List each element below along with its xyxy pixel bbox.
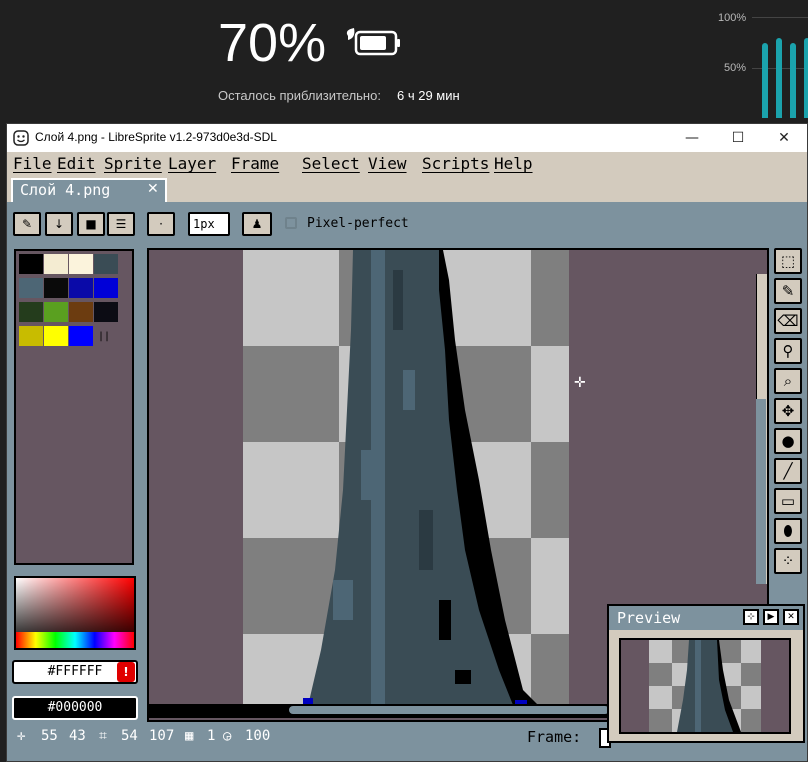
frame-icon: ▦ [185, 728, 194, 744]
palette-swatch[interactable] [69, 278, 93, 298]
menu-scripts[interactable]: Scripts [422, 154, 489, 173]
brush-size-input[interactable]: 1px [188, 212, 230, 236]
battery-usage-bar [762, 43, 768, 118]
background-color-field[interactable]: #000000 [12, 696, 138, 720]
menu-bar: File Edit Sprite Layer Frame Select View… [7, 152, 807, 176]
cursor-y: 43 [69, 728, 86, 744]
move-tool-icon[interactable]: ✥ [774, 398, 802, 424]
stamp-icon[interactable]: ♟ [242, 212, 272, 236]
palette-swatch[interactable] [44, 302, 68, 322]
preview-title: Preview [617, 609, 681, 627]
selection-size-icon: ⌗ [99, 728, 107, 744]
chart-y-label-50: 50% [724, 62, 747, 74]
title-bar[interactable]: Слой 4.png - LibreSprite v1.2-973d0e3d-S… [7, 124, 807, 152]
cursor-position-icon: ✛ [17, 728, 26, 744]
preview-close-icon[interactable]: ✕ [783, 609, 799, 625]
battery-remaining-label: Осталось приблизительно: [218, 88, 381, 103]
horizontal-scroll-thumb[interactable] [289, 706, 609, 714]
cursor-x: 55 [41, 728, 58, 744]
sprite-canvas[interactable] [243, 250, 569, 710]
menu-file[interactable]: File [13, 154, 52, 173]
pencil-tool-icon[interactable]: ✎ [774, 278, 802, 304]
maximize-button[interactable]: ☐ [715, 124, 761, 152]
crosshair-cursor-icon: ✛ [574, 375, 586, 391]
preview-canvas [619, 638, 791, 734]
selection-height: 107 [149, 728, 175, 744]
sprite-artwork [303, 250, 543, 710]
palette-swatch[interactable] [19, 302, 43, 322]
palette-swatch[interactable] [94, 254, 118, 274]
preview-sprite [649, 640, 761, 732]
palette-panel: || [14, 249, 134, 565]
vertical-scroll-thumb[interactable] [756, 399, 766, 584]
menu-view[interactable]: View [368, 154, 407, 173]
zoom-icon: ◶ [223, 728, 232, 744]
frame-count: 1 [207, 728, 216, 744]
palette-resize-icon[interactable]: || [98, 331, 110, 342]
line-tool-icon[interactable]: ╱ [774, 458, 802, 484]
fill-tool-icon[interactable]: ● [774, 428, 802, 454]
window-title: Слой 4.png - LibreSprite v1.2-973d0e3d-S… [35, 130, 277, 144]
battery-usage-bar [790, 43, 796, 118]
menu-edit[interactable]: Edit [57, 154, 96, 173]
tab-document[interactable]: Слой 4.png ✕ [11, 178, 167, 202]
frame-label: Frame: [527, 728, 582, 746]
chart-gridline [752, 17, 808, 18]
app-icon [13, 130, 29, 146]
square-brush-icon[interactable]: ■ [77, 212, 105, 236]
menu-lines-icon[interactable]: ☰ [107, 212, 135, 236]
preview-artwork [677, 640, 741, 732]
zoom-level: 100 [245, 728, 271, 744]
palette-swatch[interactable] [19, 278, 43, 298]
rectangle-tool-icon[interactable]: ▭ [774, 488, 802, 514]
close-window-button[interactable]: ✕ [761, 124, 807, 152]
arrow-down-icon[interactable]: ↓ [45, 212, 73, 236]
palette-swatch[interactable] [69, 326, 93, 346]
warning-icon[interactable]: ! [117, 662, 135, 682]
palette-swatch[interactable] [19, 254, 43, 274]
preview-window: Preview ⊹ ▶ ✕ [607, 604, 805, 743]
eyedropper-tool-icon[interactable]: ⚲ [774, 338, 802, 364]
selection-width: 54 [121, 728, 138, 744]
marquee-tool-icon[interactable]: ⬚ [774, 248, 802, 274]
palette-swatch[interactable] [19, 326, 43, 346]
zoom-tool-icon[interactable]: ⌕ [774, 368, 802, 394]
pixel-perfect-label: Pixel-perfect [307, 216, 409, 231]
preview-play-icon[interactable]: ▶ [763, 609, 779, 625]
menu-frame[interactable]: Frame [231, 154, 279, 173]
battery-percent: 70% [218, 13, 327, 73]
battery-usage-bar [804, 38, 808, 118]
menu-layer[interactable]: Layer [168, 154, 216, 173]
palette-swatch[interactable] [94, 278, 118, 298]
preview-center-icon[interactable]: ⊹ [743, 609, 759, 625]
chart-y-label-100: 100% [718, 12, 747, 24]
minimize-button[interactable]: — [669, 124, 715, 152]
ink-simple-icon[interactable]: ✎ [13, 212, 41, 236]
menu-select[interactable]: Select [302, 154, 360, 173]
palette-swatch[interactable] [44, 326, 68, 346]
battery-leaf-icon [346, 28, 400, 56]
battery-remaining-time: 6 ч 29 мин [397, 88, 460, 103]
eraser-tool-icon[interactable]: ⌫ [774, 308, 802, 334]
spray-tool-icon[interactable]: ⁘ [774, 548, 802, 574]
libresprite-window: Слой 4.png - LibreSprite v1.2-973d0e3d-S… [6, 123, 808, 762]
tab-label: Слой 4.png [20, 181, 111, 199]
tab-close-icon[interactable]: ✕ [147, 181, 159, 197]
menu-help[interactable]: Help [494, 154, 533, 173]
preview-header[interactable]: Preview ⊹ ▶ ✕ [609, 606, 803, 630]
hue-slider[interactable] [16, 632, 134, 648]
palette-swatch[interactable] [94, 302, 118, 322]
battery-usage-bar [776, 38, 782, 118]
palette-swatch[interactable] [69, 254, 93, 274]
palette-swatch[interactable] [44, 254, 68, 274]
pixel-perfect-checkbox[interactable] [285, 217, 297, 229]
palette-swatch[interactable] [69, 302, 93, 322]
brush-dot-icon[interactable]: · [147, 212, 175, 236]
palette-swatch[interactable] [44, 278, 68, 298]
menu-sprite[interactable]: Sprite [104, 154, 162, 173]
blob-tool-icon[interactable]: ⬮ [774, 518, 802, 544]
